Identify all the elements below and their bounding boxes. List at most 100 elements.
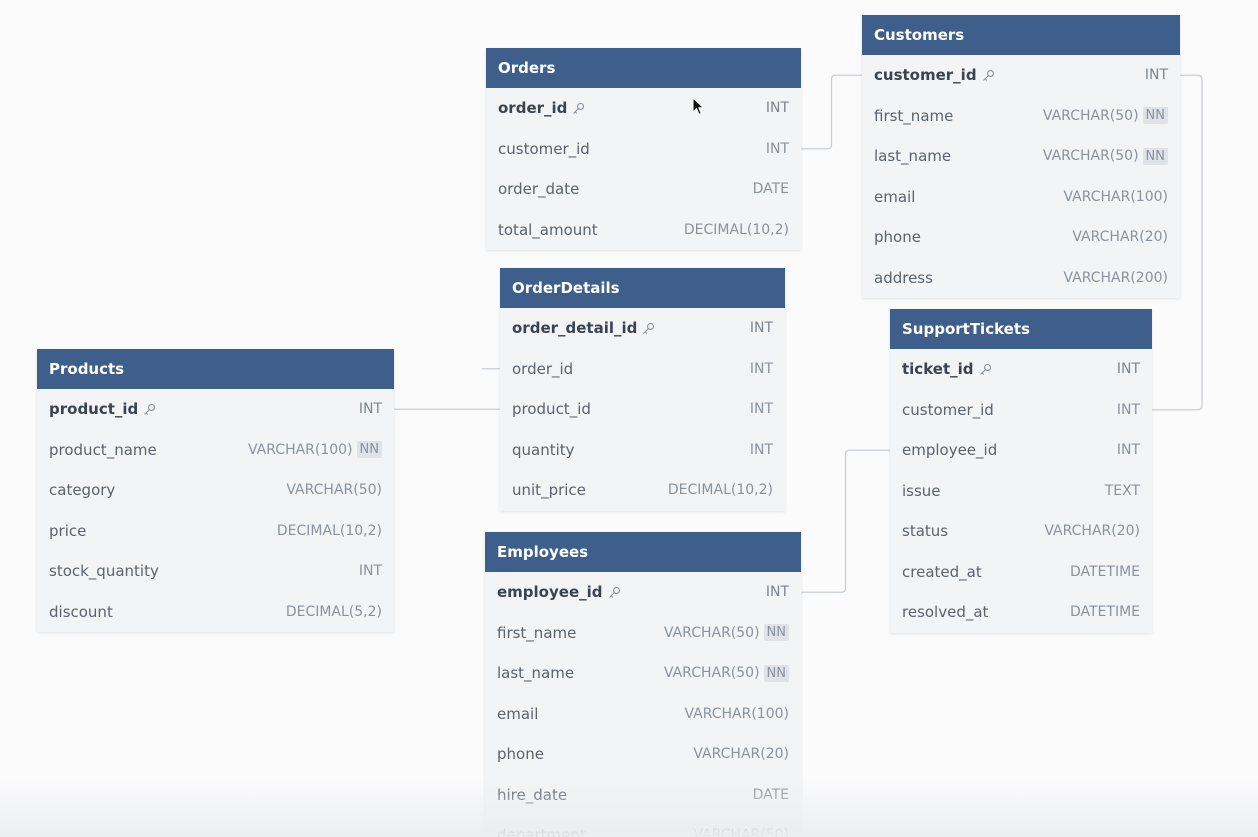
table-customers[interactable]: Customers customer_id INT first_name VARCHAR… [862, 15, 1180, 298]
primary-key-wrap: product_id [49, 400, 156, 418]
column-type: DATETIME [1069, 604, 1140, 621]
not-null-badge: NN [763, 664, 789, 682]
column-type: VARCHAR(50) [663, 624, 760, 641]
column-row-orderdetails-order_detail_id[interactable]: order_detail_id INT [500, 308, 785, 349]
column-row-supporttickets-created_at[interactable]: created_at DATETIME [890, 552, 1152, 593]
column-type-group: INT [750, 361, 773, 377]
column-type: INT [358, 563, 382, 580]
column-name: discount [49, 602, 113, 621]
column-type-group: INT [766, 141, 789, 157]
column-type: VARCHAR(20) [693, 746, 789, 763]
column-row-orders-total_amount[interactable]: total_amount DECIMAL(10,2) [486, 210, 801, 251]
column-type-group: INT [359, 401, 382, 417]
column-name: product_name [49, 440, 157, 459]
column-name: address [874, 268, 933, 287]
er-diagram-canvas[interactable]: Orders order_id INT customer_id INT order_dat… [0, 0, 1258, 837]
column-type-group: TEXT [1105, 483, 1140, 499]
key-icon [982, 69, 994, 81]
column-row-orders-order_date[interactable]: order_date DATE [486, 169, 801, 210]
column-type: VARCHAR(50) [1042, 107, 1139, 124]
column-type-group: INT [766, 584, 789, 600]
column-type: INT [765, 584, 789, 601]
column-type-group: DECIMAL(10,2) [684, 222, 789, 238]
column-name: customer_id [902, 400, 994, 419]
column-row-employees-phone[interactable]: phone VARCHAR(20) [485, 734, 801, 775]
relation-line [801, 74, 862, 150]
column-row-customers-address[interactable]: address VARCHAR(200) [862, 258, 1180, 299]
column-row-orders-order_id[interactable]: order_id INT [486, 88, 801, 129]
column-row-supporttickets-customer_id[interactable]: customer_id INT [890, 390, 1152, 431]
column-row-customers-email[interactable]: email VARCHAR(100) [862, 177, 1180, 218]
primary-key-wrap: order_id [498, 99, 585, 117]
not-null-badge: NN [1142, 107, 1168, 125]
mouse-pointer-icon [692, 97, 705, 116]
column-row-products-price[interactable]: price DECIMAL(10,2) [37, 511, 394, 552]
column-type-group: VARCHAR(50) NN [1043, 147, 1168, 165]
column-type: DECIMAL(10,2) [276, 522, 382, 539]
column-row-customers-first_name[interactable]: first_name VARCHAR(50) NN [862, 96, 1180, 137]
column-row-products-product_id[interactable]: product_id INT [37, 389, 394, 430]
column-row-customers-last_name[interactable]: last_name VARCHAR(50) NN [862, 136, 1180, 177]
column-type: DATE [752, 181, 789, 198]
column-type-group: VARCHAR(100) [1063, 189, 1168, 205]
column-type: INT [1116, 361, 1140, 378]
column-name: customer_id [874, 66, 977, 85]
table-header-customers[interactable]: Customers [862, 15, 1180, 55]
column-type-group: VARCHAR(20) [1044, 523, 1140, 539]
table-supporttickets[interactable]: SupportTickets ticket_id INT customer_id INT… [890, 309, 1152, 633]
table-orders[interactable]: Orders order_id INT customer_id INT order_dat… [486, 48, 801, 250]
column-type: VARCHAR(50) [286, 482, 382, 499]
not-null-badge: NN [763, 624, 789, 642]
column-type-group: VARCHAR(200) [1063, 270, 1168, 286]
table-header-orders[interactable]: Orders [486, 48, 801, 88]
column-row-employees-first_name[interactable]: first_name VARCHAR(50) NN [485, 613, 801, 654]
column-type-group: VARCHAR(100) NN [248, 441, 382, 459]
table-header-orderdetails[interactable]: OrderDetails [500, 268, 785, 308]
column-type-group: DATETIME [1070, 604, 1140, 620]
column-name: employee_id [902, 441, 998, 460]
column-row-customers-customer_id[interactable]: customer_id INT [862, 55, 1180, 96]
column-row-supporttickets-status[interactable]: status VARCHAR(20) [890, 511, 1152, 552]
column-type: INT [765, 100, 789, 117]
column-row-supporttickets-ticket_id[interactable]: ticket_id INT [890, 349, 1152, 390]
column-row-orderdetails-order_id[interactable]: order_id INT [500, 349, 785, 390]
column-row-employees-email[interactable]: email VARCHAR(100) [485, 694, 801, 735]
column-name: created_at [902, 562, 982, 581]
column-row-products-category[interactable]: category VARCHAR(50) [37, 470, 394, 511]
column-type: DECIMAL(5,2) [285, 603, 382, 620]
column-type: VARCHAR(50) [663, 665, 760, 682]
table-header-products[interactable]: Products [37, 349, 394, 389]
column-row-orderdetails-unit_price[interactable]: unit_price DECIMAL(10,2) [500, 470, 785, 511]
column-row-supporttickets-issue[interactable]: issue TEXT [890, 471, 1152, 512]
column-type-group: VARCHAR(50) NN [663, 624, 789, 642]
table-header-employees[interactable]: Employees [485, 532, 801, 572]
column-row-products-product_name[interactable]: product_name VARCHAR(100) NN [37, 430, 394, 471]
column-row-orderdetails-product_id[interactable]: product_id INT [500, 389, 785, 430]
column-row-orderdetails-quantity[interactable]: quantity INT [500, 430, 785, 471]
table-header-supporttickets[interactable]: SupportTickets [890, 309, 1152, 349]
key-icon [643, 322, 655, 334]
column-row-customers-phone[interactable]: phone VARCHAR(20) [862, 217, 1180, 258]
key-icon [979, 363, 991, 375]
column-row-supporttickets-employee_id[interactable]: employee_id INT [890, 430, 1152, 471]
column-name: order_id [512, 359, 574, 378]
table-orderdetails[interactable]: OrderDetails order_detail_id INT order_id IN… [500, 268, 785, 511]
column-row-employees-employee_id[interactable]: employee_id INT [485, 572, 801, 613]
not-null-badge: NN [356, 441, 382, 459]
column-name: status [902, 522, 949, 541]
column-type-group: VARCHAR(20) [1072, 229, 1168, 245]
column-type-group: INT [1117, 442, 1140, 458]
column-row-supporttickets-resolved_at[interactable]: resolved_at DATETIME [890, 592, 1152, 633]
column-name: email [874, 187, 916, 206]
column-type: VARCHAR(100) [684, 705, 789, 722]
table-products[interactable]: Products product_id INT product_name VARCHAR… [37, 349, 394, 632]
column-name: unit_price [512, 481, 586, 500]
column-row-products-discount[interactable]: discount DECIMAL(5,2) [37, 592, 394, 633]
column-row-employees-last_name[interactable]: last_name VARCHAR(50) NN [485, 653, 801, 694]
key-icon [573, 102, 585, 114]
column-row-products-stock_quantity[interactable]: stock_quantity INT [37, 551, 394, 592]
column-name: product_id [512, 400, 591, 419]
bottom-fade [0, 779, 1258, 837]
column-row-orders-customer_id[interactable]: customer_id INT [486, 129, 801, 170]
column-name: order_detail_id [512, 319, 638, 338]
